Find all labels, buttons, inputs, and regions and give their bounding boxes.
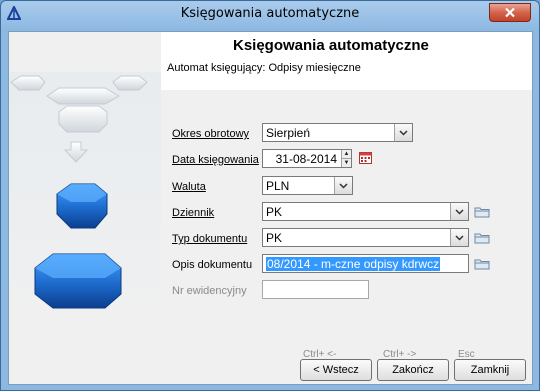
typ-value: PK xyxy=(266,231,283,245)
typ-folder-icon[interactable] xyxy=(474,232,490,244)
close-icon xyxy=(505,7,515,18)
close-button[interactable]: Zamknij xyxy=(454,359,526,381)
dziennik-value: PK xyxy=(266,205,283,219)
waluta-value: PLN xyxy=(266,179,290,193)
nr-label: Nr ewidencyjny xyxy=(172,285,247,297)
header-title: Księgowania automatyczne xyxy=(233,37,429,54)
chevron-down-icon xyxy=(455,234,464,241)
waluta-dropdown-button[interactable] xyxy=(334,177,352,194)
chevron-down-icon xyxy=(455,208,464,215)
dziennik-select[interactable]: PK xyxy=(262,202,469,221)
back-button[interactable]: < Wstecz xyxy=(300,359,372,381)
dziennik-label: Dziennik xyxy=(172,207,215,219)
wizard-side-illustration xyxy=(9,32,161,384)
data-spinner[interactable]: ▲ ▼ xyxy=(341,150,351,167)
chevron-down-icon xyxy=(339,182,348,189)
okres-label: Okres obrotowy xyxy=(172,128,250,140)
typ-label: Typ dokumentu xyxy=(172,233,248,245)
okres-value: Sierpień xyxy=(266,126,311,140)
data-input[interactable]: 31-08-2014 ▲ ▼ xyxy=(262,149,352,168)
okres-dropdown-button[interactable] xyxy=(394,124,412,141)
calendar-icon[interactable] xyxy=(359,151,372,164)
okres-select[interactable]: Sierpień xyxy=(262,123,413,142)
workflow-illustration-icon xyxy=(9,72,161,322)
dialog-client-area: Księgowania automatyczne Automat księguj… xyxy=(8,31,533,385)
typ-select[interactable]: PK xyxy=(262,228,469,247)
finish-button[interactable]: Zakończ xyxy=(377,359,449,381)
dziennik-folder-icon[interactable] xyxy=(474,206,490,218)
window-title: Księgowania automatyczne xyxy=(180,6,360,21)
title-bar[interactable]: Księgowania automatyczne xyxy=(1,1,539,27)
chevron-down-icon xyxy=(399,129,408,136)
data-label: Data księgowania xyxy=(172,154,259,166)
data-value: 31-08-2014 xyxy=(275,152,337,166)
opis-value: 08/2014 - m-czne odpisy kdrwcz xyxy=(266,257,441,271)
spin-up-icon[interactable]: ▲ xyxy=(342,150,351,158)
waluta-select[interactable]: PLN xyxy=(262,176,353,195)
opis-label: Opis dokumentu xyxy=(172,259,253,271)
dialog-window: Księgowania automatyczne Księgowania aut… xyxy=(0,0,540,391)
nr-input[interactable] xyxy=(262,280,369,299)
opis-input[interactable]: 08/2014 - m-czne odpisy kdrwcz xyxy=(262,254,469,273)
opis-folder-icon[interactable] xyxy=(474,258,490,270)
window-close-button[interactable] xyxy=(489,3,531,22)
waluta-label: Waluta xyxy=(172,181,206,193)
dziennik-dropdown-button[interactable] xyxy=(450,203,468,220)
spin-down-icon[interactable]: ▼ xyxy=(342,158,351,166)
typ-dropdown-button[interactable] xyxy=(450,229,468,246)
header-subtitle: Automat księgujący: Odpisy miesięczne xyxy=(167,62,361,74)
